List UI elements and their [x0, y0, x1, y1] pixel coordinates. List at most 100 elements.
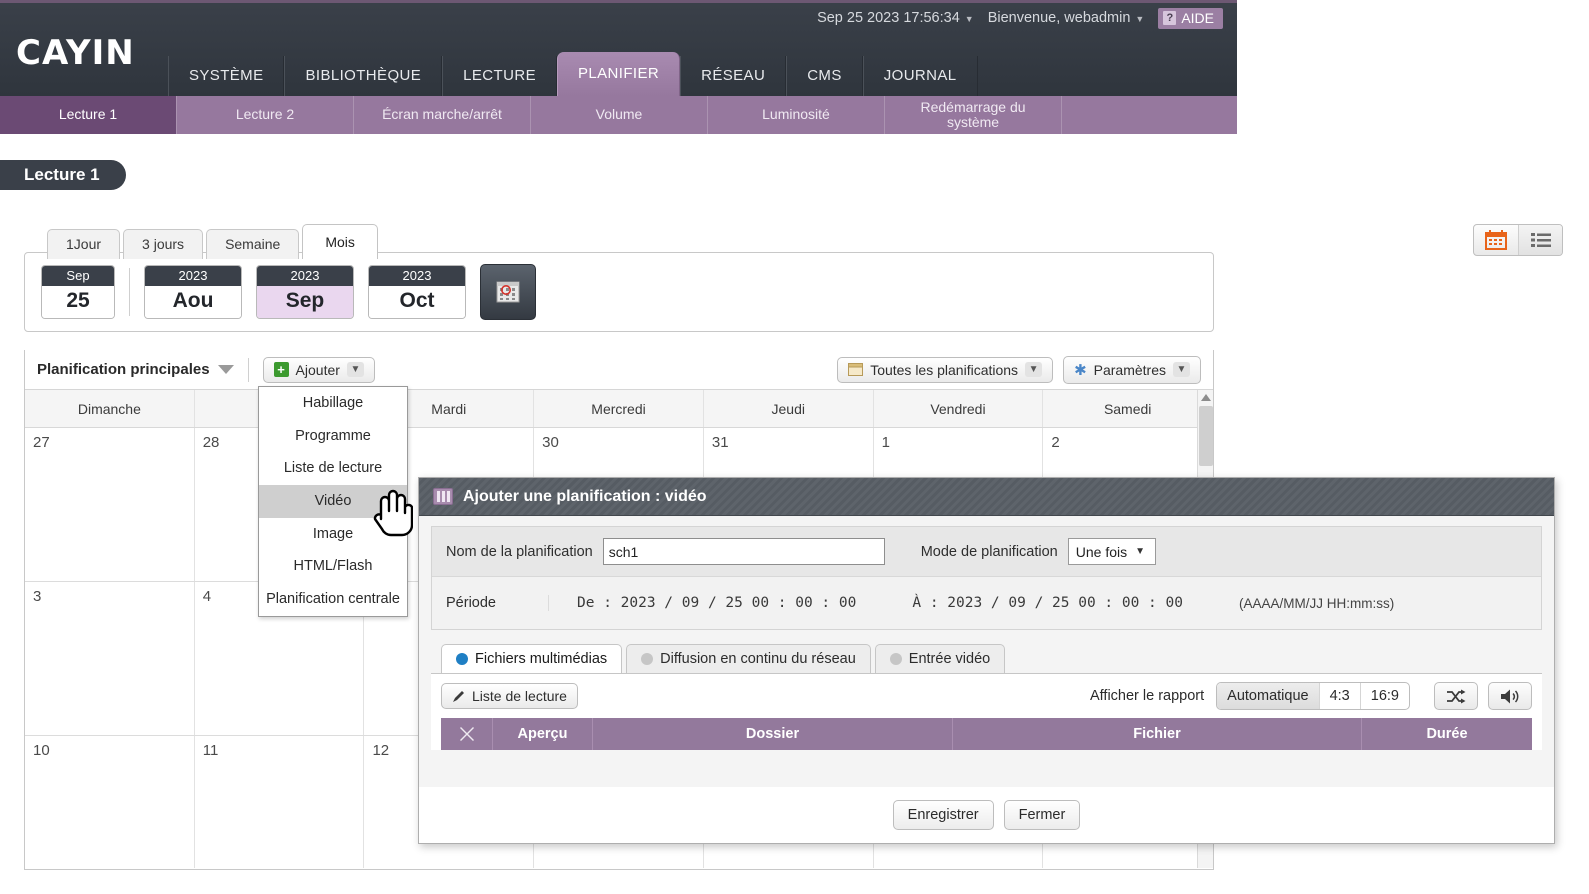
subnav-volume[interactable]: Volume [531, 96, 708, 134]
month-card-name: Oct [369, 286, 465, 318]
nav-tab-systeme[interactable]: SYSTÈME [168, 56, 285, 96]
menu-item-html-flash[interactable]: HTML/Flash [259, 550, 407, 583]
column-header-duree: Durée [1426, 726, 1468, 742]
day-card-month: Sep [42, 266, 114, 286]
month-card-sep[interactable]: 2023 Sep [256, 265, 354, 319]
calendar-day-cell[interactable]: 10 [25, 736, 195, 868]
main-navigation: SYSTÈME BIBLIOTHÈQUE LECTURE PLANIFIER R… [168, 52, 978, 96]
nav-tab-journal[interactable]: JOURNAL [862, 56, 978, 96]
add-button[interactable]: + Ajouter ▼ [262, 356, 375, 383]
add-dropdown-menu: Habillage Programme Liste de lecture Vid… [258, 386, 408, 617]
weekday-vendredi: Vendredi [874, 390, 1044, 427]
calendar-day-cell[interactable]: 11 [195, 736, 365, 868]
subnav-lecture-1[interactable]: Lecture 1 [0, 96, 177, 134]
chevron-down-icon [217, 365, 234, 374]
schedule-panel-selector[interactable]: Planification principales [37, 361, 234, 378]
radio-unselected-icon [889, 653, 902, 665]
tab-semaine[interactable]: Semaine [206, 229, 300, 259]
calendar-day-cell[interactable]: 3 [25, 582, 195, 735]
aspect-4-3[interactable]: 4:3 [1318, 683, 1360, 709]
system-datetime[interactable]: Sep 25 2023 17:56:34 ▼ [817, 10, 974, 26]
all-schedules-label: Toutes les planifications [870, 361, 1019, 378]
date-picker-button[interactable] [480, 264, 536, 320]
menu-item-liste-de-lecture[interactable]: Liste de lecture [259, 452, 407, 485]
cayin-logo: CAYIN [16, 33, 135, 73]
calendar-day-cell[interactable]: 27 [25, 428, 195, 581]
month-card-oct[interactable]: 2023 Oct [368, 265, 466, 319]
chevron-down-icon: ▼ [1025, 362, 1043, 377]
chevron-down-icon: ▼ [964, 14, 974, 24]
tab-diffusion-reseau[interactable]: Diffusion en continu du réseau [626, 644, 871, 673]
tab-entree-video[interactable]: Entrée vidéo [874, 644, 1006, 673]
subnav-lecture-2[interactable]: Lecture 2 [177, 96, 354, 134]
media-files-tab-content: Liste de lecture Afficher le rapport Aut… [431, 673, 1542, 750]
nav-tab-planifier[interactable]: PLANIFIER [556, 52, 681, 96]
tab-1jour[interactable]: 1Jour [47, 229, 121, 259]
day-card-selector[interactable]: Sep 25 [41, 265, 115, 319]
nav-tab-cms[interactable]: CMS [786, 56, 863, 96]
menu-item-planification-centrale[interactable]: Planification centrale [259, 583, 407, 616]
aspect-16-9[interactable]: 16:9 [1359, 683, 1409, 709]
aspect-automatique[interactable]: Automatique [1217, 683, 1319, 709]
scrollbar-thumb[interactable] [1199, 406, 1213, 466]
close-button[interactable]: Fermer [1003, 800, 1081, 830]
pencil-icon [453, 690, 464, 702]
divider [247, 357, 249, 382]
menu-item-habillage[interactable]: Habillage [259, 387, 407, 420]
period-to-value[interactable]: À : 2023 / 09 / 25 00 : 00 : 00 [912, 595, 1183, 611]
media-toolbar: Liste de lecture Afficher le rapport Aut… [441, 682, 1532, 710]
menu-item-video[interactable]: Vidéo [259, 485, 407, 518]
month-card-name: Aou [145, 286, 241, 318]
tab-mois[interactable]: Mois [302, 224, 378, 259]
all-schedules-button[interactable]: Toutes les planifications ▼ [837, 356, 1054, 383]
shuffle-button[interactable] [1434, 682, 1478, 710]
scroll-up-arrow-icon[interactable] [1200, 394, 1211, 401]
playlist-button[interactable]: Liste de lecture [441, 683, 578, 709]
name-and-mode-row: Nom de la planification Mode de planific… [432, 527, 1541, 577]
chevron-down-icon: ▼ [1173, 362, 1190, 377]
calendar-icon [1485, 230, 1507, 250]
tab-fichiers-multimedias[interactable]: Fichiers multimédias [441, 644, 623, 673]
month-card-aou[interactable]: 2023 Aou [144, 265, 242, 319]
period-from-value[interactable]: De : 2023 / 09 / 25 00 : 00 : 00 [577, 595, 856, 611]
user-menu[interactable]: Bienvenue, webadmin ▼ [988, 10, 1145, 26]
view-tabs: 1Jour 3 jours Semaine Mois [47, 224, 381, 259]
add-schedule-modal: Ajouter une planification : vidéo Nom de… [418, 477, 1555, 844]
subnav-ecran[interactable]: Écran marche/arrêt [354, 96, 531, 134]
playlist-button-label: Liste de lecture [472, 688, 567, 704]
subnav-luminosite[interactable]: Luminosité [708, 96, 885, 134]
add-button-label: Ajouter [295, 361, 340, 378]
app-header: Sep 25 2023 17:56:34 ▼ Bienvenue, webadmi… [0, 0, 1237, 96]
settings-button[interactable]: ✱ Paramètres ▼ [1063, 355, 1201, 384]
page-title: Lecture 1 [0, 160, 126, 190]
list-view-button[interactable] [1518, 225, 1562, 255]
tab-3jours[interactable]: 3 jours [123, 229, 204, 259]
month-card-year: 2023 [257, 266, 353, 286]
schedule-name-input[interactable] [602, 538, 885, 565]
source-type-tabs: Fichiers multimédias Diffusion en contin… [431, 644, 1542, 673]
tab-label: Entrée vidéo [908, 651, 991, 667]
menu-item-image[interactable]: Image [259, 518, 407, 551]
period-label: Période [446, 595, 496, 611]
shuffle-icon [1447, 689, 1466, 703]
menu-item-programme[interactable]: Programme [259, 420, 407, 453]
settings-label: Paramètres [1093, 361, 1166, 378]
nav-tab-bibliotheque[interactable]: BIBLIOTHÈQUE [284, 56, 443, 96]
calendar-view-button[interactable] [1474, 225, 1518, 255]
month-card-name: Sep [257, 286, 353, 318]
save-button[interactable]: Enregistrer [892, 800, 994, 830]
nav-tab-reseau[interactable]: RÉSEAU [680, 56, 787, 96]
volume-button[interactable] [1488, 682, 1532, 710]
weekday-jeudi: Jeudi [704, 390, 874, 427]
speaker-icon [1501, 689, 1519, 703]
column-header-apercu: Aperçu [493, 718, 593, 750]
help-button[interactable]: ? AIDE [1158, 7, 1223, 29]
weekday-mercredi: Mercredi [534, 390, 704, 427]
column-header-delete[interactable] [441, 718, 493, 750]
schedule-mode-select[interactable]: Une fois ▼ [1067, 538, 1156, 565]
month-card-year: 2023 [369, 266, 465, 286]
calendar-picker-icon [496, 281, 520, 303]
modal-title-bar: Ajouter une planification : vidéo [419, 478, 1554, 516]
nav-tab-lecture[interactable]: LECTURE [442, 56, 557, 96]
subnav-redemarrage[interactable]: Redémarrage du système [885, 96, 1062, 134]
